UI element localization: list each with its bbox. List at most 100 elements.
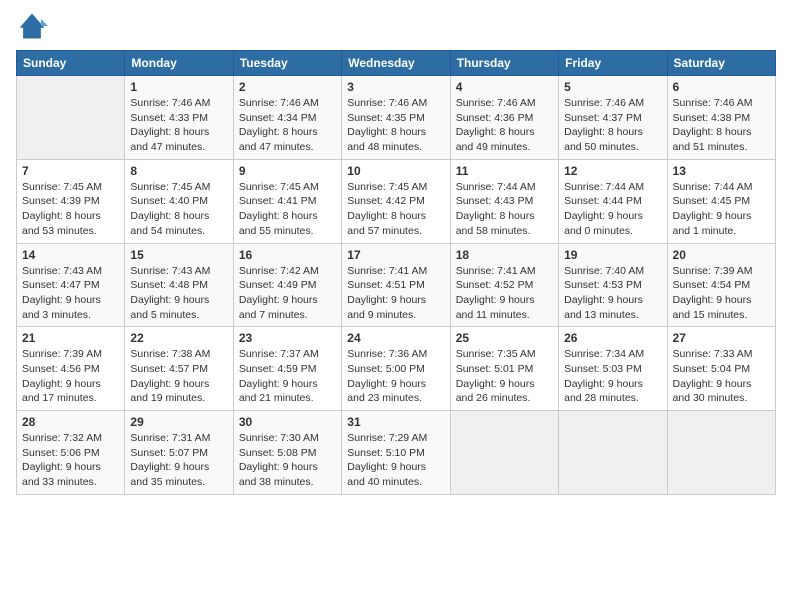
calendar-cell (450, 411, 558, 495)
cell-content: Sunrise: 7:38 AMSunset: 4:57 PMDaylight:… (130, 347, 227, 406)
day-number: 20 (673, 248, 770, 262)
day-number: 30 (239, 415, 336, 429)
cell-content: Sunrise: 7:46 AMSunset: 4:36 PMDaylight:… (456, 96, 553, 155)
calendar-header: SundayMondayTuesdayWednesdayThursdayFrid… (17, 51, 776, 76)
calendar-cell: 22 Sunrise: 7:38 AMSunset: 4:57 PMDayligh… (125, 327, 233, 411)
weekday-header-saturday: Saturday (667, 51, 775, 76)
calendar-table: SundayMondayTuesdayWednesdayThursdayFrid… (16, 50, 776, 495)
day-number: 22 (130, 331, 227, 345)
cell-content: Sunrise: 7:39 AMSunset: 4:54 PMDaylight:… (673, 264, 770, 323)
calendar-cell: 5Sunrise: 7:46 AMSunset: 4:37 PMDaylight… (559, 76, 667, 160)
week-row-1: 7 Sunrise: 7:45 AMSunset: 4:39 PMDaylight… (17, 159, 776, 243)
cell-content: Sunrise: 7:46 AMSunset: 4:33 PMDaylight:… (130, 96, 227, 155)
day-number: 17 (347, 248, 444, 262)
cell-content: Sunrise: 7:33 AMSunset: 5:04 PMDaylight:… (673, 347, 770, 406)
day-number: 29 (130, 415, 227, 429)
week-row-0: 1 Sunrise: 7:46 AMSunset: 4:33 PMDaylight… (17, 76, 776, 160)
calendar-cell (559, 411, 667, 495)
page: SundayMondayTuesdayWednesdayThursdayFrid… (0, 0, 792, 612)
cell-content: Sunrise: 7:29 AMSunset: 5:10 PMDaylight:… (347, 431, 444, 490)
cell-content: Sunrise: 7:35 AMSunset: 5:01 PMDaylight:… (456, 347, 553, 406)
logo-icon (16, 10, 48, 42)
cell-content: Sunrise: 7:32 AMSunset: 5:06 PMDaylight:… (22, 431, 119, 490)
day-number: 19 (564, 248, 661, 262)
day-number: 4 (456, 80, 553, 94)
day-number: 25 (456, 331, 553, 345)
cell-content: Sunrise: 7:44 AMSunset: 4:43 PMDaylight:… (456, 180, 553, 239)
day-number: 10 (347, 164, 444, 178)
calendar-cell: 7 Sunrise: 7:45 AMSunset: 4:39 PMDaylight… (17, 159, 125, 243)
calendar-cell: 25 Sunrise: 7:35 AMSunset: 5:01 PMDayligh… (450, 327, 558, 411)
day-number: 18 (456, 248, 553, 262)
day-number: 1 (130, 80, 227, 94)
day-number: 13 (673, 164, 770, 178)
cell-content: Sunrise: 7:41 AMSunset: 4:51 PMDaylight:… (347, 264, 444, 323)
cell-content: Sunrise: 7:39 AMSunset: 4:56 PMDaylight:… (22, 347, 119, 406)
calendar-cell: 15Sunrise: 7:43 AMSunset: 4:48 PMDayligh… (125, 243, 233, 327)
cell-content: Sunrise: 7:40 AMSunset: 4:53 PMDaylight:… (564, 264, 661, 323)
calendar-cell (667, 411, 775, 495)
day-number: 3 (347, 80, 444, 94)
day-number: 27 (673, 331, 770, 345)
calendar-cell: 28 Sunrise: 7:32 AMSunset: 5:06 PMDayligh… (17, 411, 125, 495)
day-number: 5 (564, 80, 661, 94)
weekday-header-sunday: Sunday (17, 51, 125, 76)
weekday-header-wednesday: Wednesday (342, 51, 450, 76)
weekday-row: SundayMondayTuesdayWednesdayThursdayFrid… (17, 51, 776, 76)
day-number: 11 (456, 164, 553, 178)
cell-content: Sunrise: 7:45 AMSunset: 4:39 PMDaylight:… (22, 180, 119, 239)
calendar-cell: 16 Sunrise: 7:42 AMSunset: 4:49 PMDayligh… (233, 243, 341, 327)
calendar-cell: 19 Sunrise: 7:40 AMSunset: 4:53 PMDayligh… (559, 243, 667, 327)
calendar-cell: 26Sunrise: 7:34 AMSunset: 5:03 PMDayligh… (559, 327, 667, 411)
calendar-cell: 24Sunrise: 7:36 AMSunset: 5:00 PMDayligh… (342, 327, 450, 411)
calendar-cell (17, 76, 125, 160)
day-number: 6 (673, 80, 770, 94)
weekday-header-thursday: Thursday (450, 51, 558, 76)
calendar-cell: 23Sunrise: 7:37 AMSunset: 4:59 PMDayligh… (233, 327, 341, 411)
calendar-cell: 13 Sunrise: 7:44 AMSunset: 4:45 PMDayligh… (667, 159, 775, 243)
cell-content: Sunrise: 7:44 AMSunset: 4:44 PMDaylight:… (564, 180, 661, 239)
calendar-cell: 4 Sunrise: 7:46 AMSunset: 4:36 PMDaylight… (450, 76, 558, 160)
calendar-cell: 17 Sunrise: 7:41 AMSunset: 4:51 PMDayligh… (342, 243, 450, 327)
calendar-cell: 3 Sunrise: 7:46 AMSunset: 4:35 PMDaylight… (342, 76, 450, 160)
cell-content: Sunrise: 7:34 AMSunset: 5:03 PMDaylight:… (564, 347, 661, 406)
cell-content: Sunrise: 7:45 AMSunset: 4:41 PMDaylight:… (239, 180, 336, 239)
day-number: 8 (130, 164, 227, 178)
weekday-header-tuesday: Tuesday (233, 51, 341, 76)
calendar-cell: 11 Sunrise: 7:44 AMSunset: 4:43 PMDayligh… (450, 159, 558, 243)
calendar-cell: 31 Sunrise: 7:29 AMSunset: 5:10 PMDayligh… (342, 411, 450, 495)
header (16, 10, 776, 42)
calendar-cell: 8 Sunrise: 7:45 AMSunset: 4:40 PMDaylight… (125, 159, 233, 243)
calendar-cell: 18 Sunrise: 7:41 AMSunset: 4:52 PMDayligh… (450, 243, 558, 327)
day-number: 16 (239, 248, 336, 262)
calendar-cell: 30Sunrise: 7:30 AMSunset: 5:08 PMDayligh… (233, 411, 341, 495)
day-number: 12 (564, 164, 661, 178)
calendar-body: 1 Sunrise: 7:46 AMSunset: 4:33 PMDaylight… (17, 76, 776, 495)
cell-content: Sunrise: 7:36 AMSunset: 5:00 PMDaylight:… (347, 347, 444, 406)
calendar-cell: 9 Sunrise: 7:45 AMSunset: 4:41 PMDaylight… (233, 159, 341, 243)
cell-content: Sunrise: 7:45 AMSunset: 4:40 PMDaylight:… (130, 180, 227, 239)
day-number: 21 (22, 331, 119, 345)
calendar-cell: 10Sunrise: 7:45 AMSunset: 4:42 PMDayligh… (342, 159, 450, 243)
cell-content: Sunrise: 7:44 AMSunset: 4:45 PMDaylight:… (673, 180, 770, 239)
week-row-4: 28 Sunrise: 7:32 AMSunset: 5:06 PMDayligh… (17, 411, 776, 495)
cell-content: Sunrise: 7:41 AMSunset: 4:52 PMDaylight:… (456, 264, 553, 323)
cell-content: Sunrise: 7:37 AMSunset: 4:59 PMDaylight:… (239, 347, 336, 406)
calendar-cell: 21 Sunrise: 7:39 AMSunset: 4:56 PMDayligh… (17, 327, 125, 411)
calendar-cell: 27 Sunrise: 7:33 AMSunset: 5:04 PMDayligh… (667, 327, 775, 411)
day-number: 15 (130, 248, 227, 262)
week-row-3: 21 Sunrise: 7:39 AMSunset: 4:56 PMDayligh… (17, 327, 776, 411)
cell-content: Sunrise: 7:46 AMSunset: 4:34 PMDaylight:… (239, 96, 336, 155)
calendar-cell: 2 Sunrise: 7:46 AMSunset: 4:34 PMDaylight… (233, 76, 341, 160)
week-row-2: 14Sunrise: 7:43 AMSunset: 4:47 PMDayligh… (17, 243, 776, 327)
calendar-cell: 29Sunrise: 7:31 AMSunset: 5:07 PMDayligh… (125, 411, 233, 495)
cell-content: Sunrise: 7:46 AMSunset: 4:35 PMDaylight:… (347, 96, 444, 155)
cell-content: Sunrise: 7:42 AMSunset: 4:49 PMDaylight:… (239, 264, 336, 323)
day-number: 28 (22, 415, 119, 429)
day-number: 2 (239, 80, 336, 94)
day-number: 9 (239, 164, 336, 178)
day-number: 31 (347, 415, 444, 429)
day-number: 7 (22, 164, 119, 178)
calendar-cell: 12 Sunrise: 7:44 AMSunset: 4:44 PMDayligh… (559, 159, 667, 243)
weekday-header-monday: Monday (125, 51, 233, 76)
